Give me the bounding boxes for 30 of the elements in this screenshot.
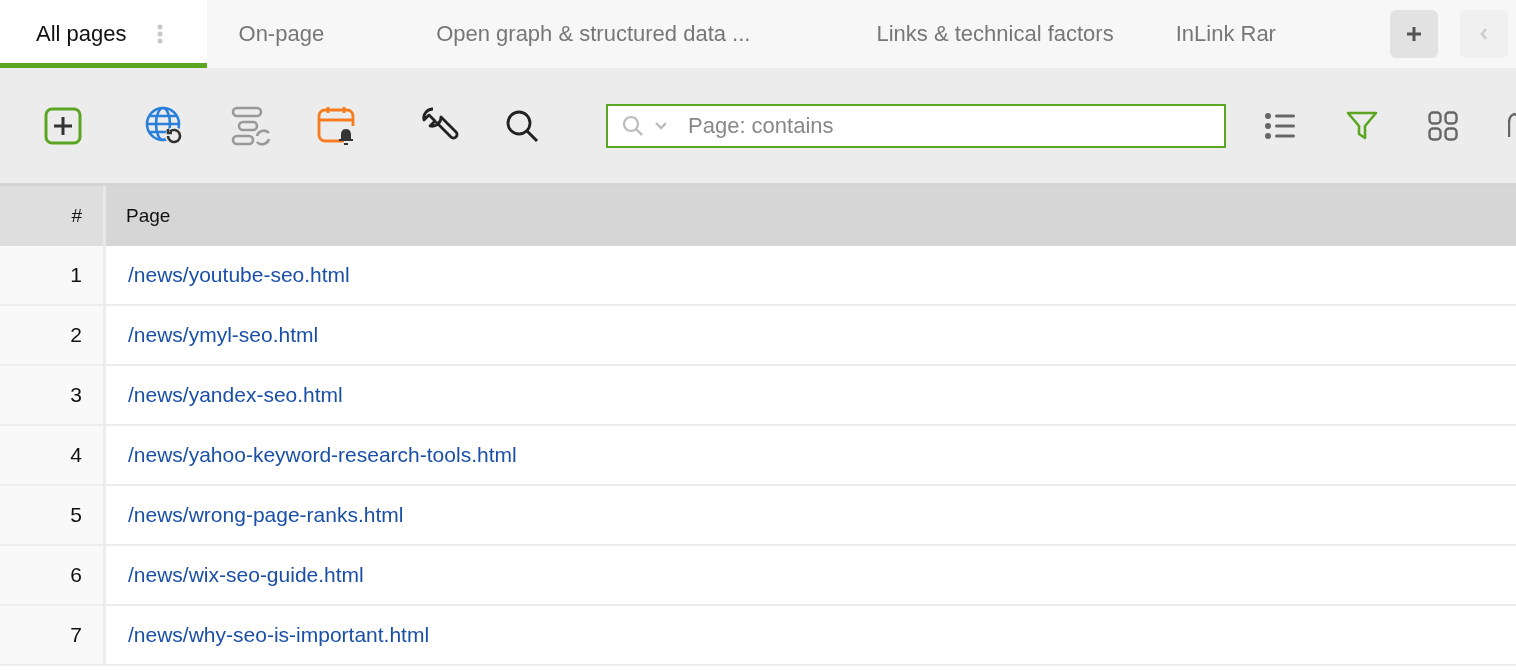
- page-link[interactable]: /news/ymyl-seo.html: [128, 323, 319, 347]
- row-number: 2: [0, 306, 106, 364]
- page-link[interactable]: /news/yandex-seo.html: [128, 383, 343, 407]
- tab[interactable]: Open graph & structured data ...: [404, 0, 845, 68]
- row-number: 4: [0, 426, 106, 484]
- tab[interactable]: All pages: [0, 0, 207, 68]
- tab[interactable]: InLink Rar: [1163, 0, 1280, 68]
- page-link[interactable]: /news/yahoo-keyword-research-tools.html: [128, 443, 517, 467]
- page-link[interactable]: /news/wix-seo-guide.html: [128, 563, 364, 587]
- row-number: 3: [0, 366, 106, 424]
- search-bar[interactable]: Page: contains: [606, 103, 1226, 148]
- plus-icon: [1405, 25, 1423, 43]
- page-link[interactable]: /news/why-seo-is-important.html: [128, 623, 430, 647]
- column-header: #: [0, 186, 106, 246]
- row-number: 7: [0, 606, 106, 664]
- row-number: 1: [0, 246, 106, 304]
- grid-icon[interactable]: [1428, 110, 1458, 141]
- page-link[interactable]: /news/wrong-page-ranks.html: [128, 503, 404, 527]
- list-icon[interactable]: [1264, 111, 1296, 140]
- chevron-left-icon: [1479, 26, 1489, 42]
- page-link[interactable]: /news/youtube-seo.html: [128, 263, 350, 287]
- column-header: Page: [125, 204, 172, 228]
- row-number: 5: [0, 486, 106, 544]
- tab[interactable]: On-page: [206, 0, 405, 68]
- add-tab-button[interactable]: [1390, 10, 1438, 58]
- search-field[interactable]: Page: contains: [686, 111, 1170, 140]
- row-number: 6: [0, 546, 106, 604]
- tab[interactable]: Links & technical factors: [844, 0, 1164, 68]
- add-icon[interactable]: [44, 106, 82, 145]
- filter-icon[interactable]: [1346, 110, 1378, 141]
